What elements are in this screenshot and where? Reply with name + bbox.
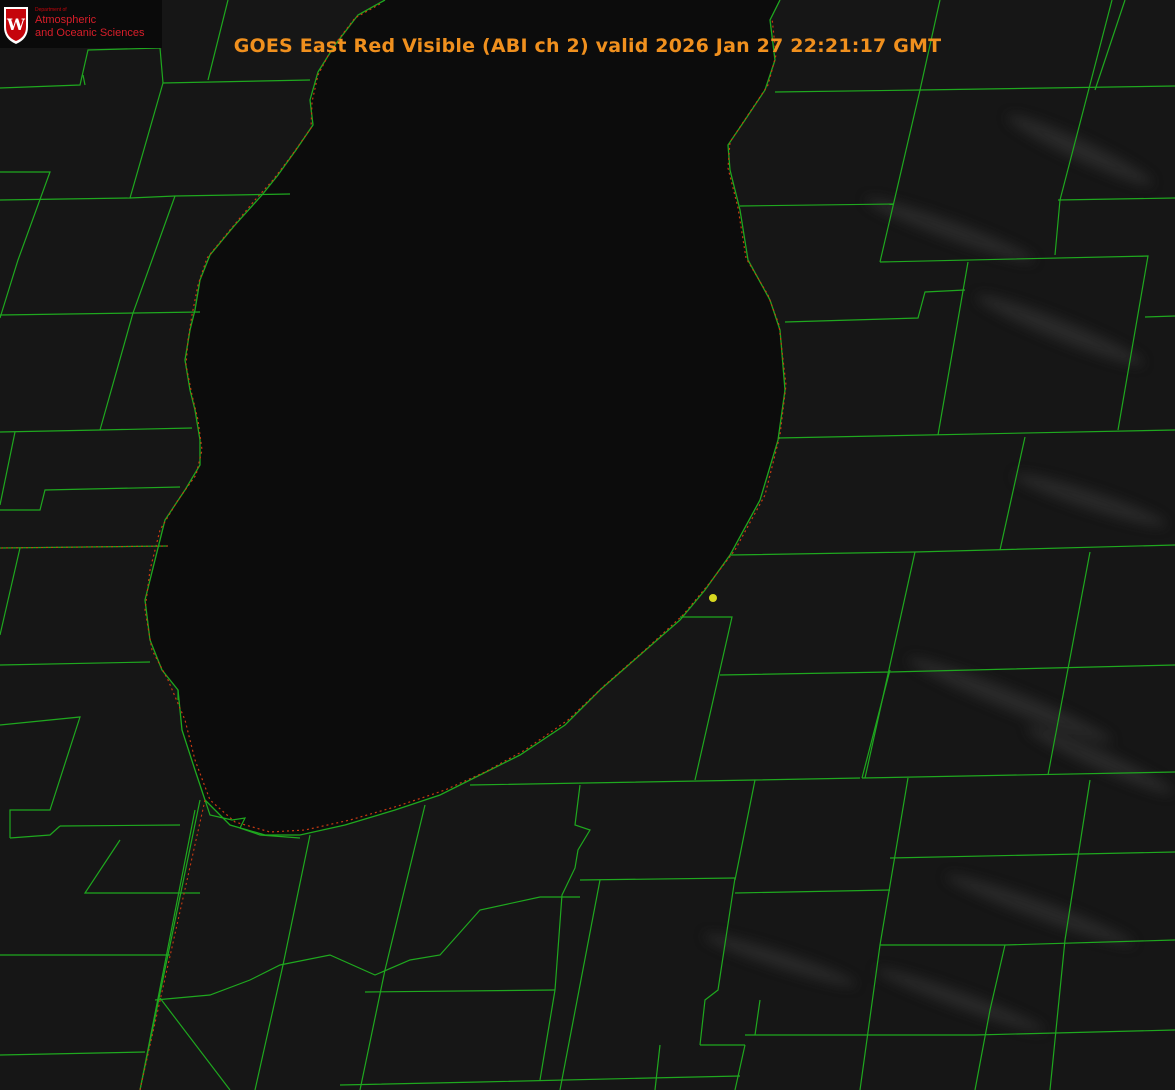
logo-department: Department of <box>35 7 67 13</box>
image-title: GOES East Red Visible (ABI ch 2) valid 2… <box>233 35 942 57</box>
satellite-map[interactable] <box>0 0 1175 1090</box>
logo-line-1: Atmospheric <box>35 14 97 26</box>
station-marker-icon <box>709 594 717 602</box>
crest-letter: W <box>6 15 26 34</box>
